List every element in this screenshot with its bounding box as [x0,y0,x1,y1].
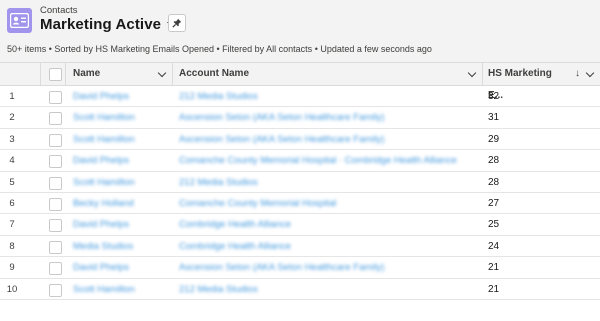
emails-opened-value: 24 [488,240,500,252]
contact-name-link[interactable]: David Phelps [73,214,129,235]
arrow-down-icon[interactable]: ↓ [575,63,580,85]
row-checkbox[interactable] [49,219,62,233]
row-checkbox[interactable] [49,240,62,254]
contact-name-link[interactable]: Scott Hamilton [73,129,135,150]
table-row[interactable]: 10 Scott Hamilton 212 Media Studios 21 [0,279,600,300]
row-number: 9 [9,262,15,274]
account-name-link[interactable]: 212 Media Studios [179,172,258,193]
row-checkbox[interactable] [49,112,62,126]
account-name-link[interactable]: Ascension Seton (AKA Seton Healthcare Fa… [179,107,384,128]
account-name-link[interactable]: 212 Media Studios [179,279,258,300]
row-number: 10 [6,283,18,295]
column-divider [65,63,66,85]
table-row[interactable]: 4 David Phelps Comanche County Memorial … [0,150,600,172]
list-view-header: Contacts Marketing Active 50+ items • So… [0,0,600,62]
row-checkbox[interactable] [49,176,62,190]
emails-opened-value: 25 [488,219,500,231]
contact-card-icon [7,8,32,33]
emails-opened-value: 21 [488,283,500,295]
row-checkbox[interactable] [49,283,62,297]
row-number: 7 [9,219,15,231]
row-number: 2 [9,112,15,124]
contact-name-link[interactable]: Scott Hamilton [73,279,135,300]
contact-name-link[interactable]: David Phelps [73,86,129,107]
row-checkbox[interactable] [49,91,62,104]
emails-opened-value: 28 [488,155,500,167]
account-name-link[interactable]: Comanche County Memorial Hospital [179,193,336,214]
list-view-switcher[interactable]: Marketing Active [40,14,178,34]
contact-name-link[interactable]: David Phelps [73,257,129,278]
emails-opened-value: 32 [488,91,500,102]
row-number: 5 [9,176,15,188]
account-name-link[interactable]: Ascension Seton (AKA Seton Healthcare Fa… [179,257,384,278]
row-checkbox[interactable] [49,262,62,276]
column-divider [172,63,173,85]
table-header: Name Account Name HS Marketing E... ↓ [0,62,600,101]
contact-name-link[interactable]: Scott Hamilton [73,107,135,128]
table-row[interactable]: 5 Scott Hamilton 212 Media Studios 28 [0,172,600,193]
column-header-emails[interactable]: HS Marketing E... [488,63,568,101]
select-all-checkbox[interactable] [49,68,62,81]
row-number: 3 [9,133,15,145]
account-name-link[interactable]: 212 Media Studios [179,86,258,107]
emails-opened-value: 28 [488,176,500,188]
emails-opened-value: 31 [488,112,500,124]
emails-opened-value: 27 [488,197,500,209]
column-header-account-label: Account Name [179,68,250,79]
account-name-link[interactable]: Comanche County Memorial Hospital · Comb… [179,150,457,171]
pin-button[interactable] [168,14,186,32]
table-row[interactable]: 1 David Phelps 212 Media Studios 32 [0,86,600,108]
chevron-down-icon[interactable] [585,68,595,78]
account-name-link[interactable]: Ascension Seton (AKA Seton Healthcare Fa… [179,129,384,150]
table-row[interactable]: 6 Becky Holland Comanche County Memorial… [0,193,600,215]
row-number: 1 [9,91,15,102]
list-meta-info: 50+ items • Sorted by HS Marketing Email… [7,44,432,54]
account-name-link[interactable]: Combridge Health Alliance [179,236,291,257]
table-row[interactable]: 9 David Phelps Ascension Seton (AKA Seto… [0,257,600,279]
row-checkbox[interactable] [49,155,62,169]
column-divider [40,63,41,85]
table-row[interactable]: 3 Scott Hamilton Ascension Seton (AKA Se… [0,129,600,151]
account-name-link[interactable]: Combridge Health Alliance [179,214,291,235]
emails-opened-value: 29 [488,133,500,145]
contact-name-link[interactable]: David Phelps [73,150,129,171]
column-header-account[interactable]: Account Name [179,63,459,85]
chevron-down-icon[interactable] [467,68,477,78]
row-checkbox[interactable] [49,197,62,211]
contact-name-link[interactable]: Becky Holland [73,193,134,214]
table-row[interactable]: 8 Media Studios Combridge Health Allianc… [0,236,600,258]
page-title: Marketing Active [40,15,162,33]
pin-icon [172,18,182,28]
row-number: 6 [9,197,15,209]
row-number: 4 [9,155,15,167]
contact-name-link[interactable]: Scott Hamilton [73,172,135,193]
table-row[interactable]: 2 Scott Hamilton Ascension Seton (AKA Se… [0,107,600,129]
table-row[interactable]: 7 David Phelps Combridge Health Alliance… [0,214,600,236]
column-header-name[interactable]: Name [73,63,168,85]
row-number: 8 [9,240,15,252]
contact-name-link[interactable]: Media Studios [73,236,133,257]
row-checkbox[interactable] [49,133,62,147]
column-divider [482,63,483,85]
contacts-table: Name Account Name HS Marketing E... ↓ 1 … [0,62,600,300]
emails-opened-value: 21 [488,262,500,274]
column-header-name-label: Name [73,68,101,79]
